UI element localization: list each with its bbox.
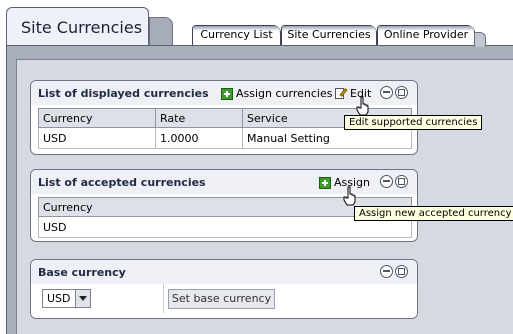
panel-title: List of accepted currencies: [38, 176, 206, 189]
tab-label: Online Provider: [383, 28, 469, 41]
column-header: Currency: [38, 108, 156, 128]
tab-site-currencies-main[interactable]: Site Currencies: [6, 7, 149, 45]
panel-title: List of displayed currencies: [38, 87, 209, 100]
base-currency-select[interactable]: USD: [42, 289, 91, 308]
assign-currencies-button[interactable]: Assign currencies: [221, 87, 332, 100]
table-cell: Manual Setting: [242, 127, 412, 149]
table-cell: USD: [38, 127, 156, 149]
maximize-icon[interactable]: [395, 175, 408, 188]
maximize-icon[interactable]: [395, 86, 408, 99]
hand-cursor-icon: [343, 186, 356, 206]
assign-currencies-label: Assign currencies: [236, 87, 333, 100]
plus-icon: [319, 176, 331, 189]
tab-tail: [474, 32, 486, 47]
panel-header: List of accepted currencies Assign: [31, 170, 417, 194]
panel-title: Base currency: [38, 266, 126, 279]
minimize-icon[interactable]: [380, 265, 393, 278]
set-base-currency-button[interactable]: Set base currency: [168, 289, 275, 309]
assign-tooltip: Assign new accepted currency: [354, 206, 513, 221]
tab-site-currencies[interactable]: Site Currencies: [281, 25, 377, 45]
maximize-icon[interactable]: [395, 265, 408, 278]
edit-tooltip: Edit supported currencies: [344, 115, 483, 130]
column-header: Rate: [155, 108, 243, 128]
tab-label: Site Currencies: [287, 28, 371, 41]
hand-cursor-icon: [356, 96, 369, 116]
panel-header: Base currency: [31, 260, 417, 284]
chevron-down-icon[interactable]: [75, 290, 90, 307]
page-title: Site Currencies: [21, 18, 143, 37]
minimize-icon[interactable]: [380, 86, 393, 99]
tab-separator: [149, 17, 173, 45]
tab-label: Currency List: [200, 28, 273, 41]
tab-online-provider[interactable]: Online Provider: [377, 25, 486, 47]
tab-currency-list[interactable]: Currency List: [192, 25, 281, 45]
edit-icon: [335, 87, 348, 100]
select-value: USD: [47, 292, 71, 305]
divider: [163, 284, 164, 313]
table-cell: 1.0000: [155, 127, 243, 149]
table-row[interactable]: USD 1.0000 Manual Setting: [38, 127, 412, 149]
minimize-icon[interactable]: [380, 175, 393, 188]
plus-icon: [221, 87, 233, 100]
